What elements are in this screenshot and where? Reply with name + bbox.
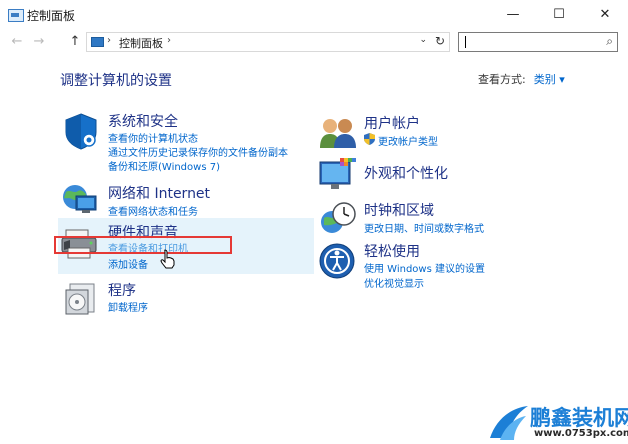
title-bar: 控制面板 — ☐ ✕ xyxy=(0,0,628,30)
view-by-arrow-icon[interactable]: ▾ xyxy=(559,73,565,86)
view-by-dropdown[interactable]: 类别 xyxy=(534,73,556,86)
refresh-icon[interactable]: ↻ xyxy=(435,34,445,48)
programs-disk-icon xyxy=(65,283,95,315)
text-caret xyxy=(465,36,466,48)
watermark-url: www.0753px.com xyxy=(534,428,628,439)
optimize-visual-display-link[interactable]: 优化视觉显示 xyxy=(364,275,424,290)
uninstall-program-link[interactable]: 卸载程序 xyxy=(108,299,148,314)
clock-region-title[interactable]: 时钟和区域 xyxy=(364,200,434,220)
ease-of-access-title[interactable]: 轻松使用 xyxy=(364,241,420,261)
page-title: 调整计算机的设置 xyxy=(60,73,172,89)
shield-icon xyxy=(65,113,97,150)
network-status-link[interactable]: 查看网络状态和任务 xyxy=(108,203,198,218)
view-by: 查看方式: 类别 ▾ xyxy=(478,71,565,87)
clock-globe-icon xyxy=(321,202,356,233)
control-panel-icon xyxy=(8,9,24,22)
view-by-label: 查看方式: xyxy=(478,73,526,86)
network-globe-icon xyxy=(63,185,97,213)
programs-title[interactable]: 程序 xyxy=(108,280,136,300)
user-accounts-title[interactable]: 用户帐户 xyxy=(364,113,420,133)
window-title: 控制面板 xyxy=(27,9,76,23)
up-button[interactable]: ↑ xyxy=(66,33,84,51)
system-security-title[interactable]: 系统和安全 xyxy=(108,111,178,131)
appearance-title[interactable]: 外观和个性化 xyxy=(364,163,448,183)
breadcrumb-control-panel[interactable]: 控制面板 xyxy=(119,35,163,51)
close-button[interactable]: ✕ xyxy=(582,0,628,30)
back-button[interactable]: ← xyxy=(8,33,26,51)
uac-shield-icon xyxy=(364,133,375,145)
search-input[interactable]: ⌕ xyxy=(458,32,618,52)
add-device-link[interactable]: 添加设备 xyxy=(108,256,148,271)
hand-cursor-icon xyxy=(160,249,175,269)
control-panel-small-icon xyxy=(91,37,104,47)
address-bar[interactable]: › 控制面板 › ⌄ ↻ xyxy=(86,32,450,52)
breadcrumb-chevron-icon[interactable]: › xyxy=(107,35,111,46)
network-internet-title[interactable]: 网络和 Internet xyxy=(108,183,210,203)
appearance-monitor-icon xyxy=(319,158,356,189)
recommended-settings-link[interactable]: 使用 Windows 建议的设置 xyxy=(364,260,485,275)
backup-restore-link[interactable]: 备份和还原(Windows 7) xyxy=(108,158,220,173)
address-dropdown-icon[interactable]: ⌄ xyxy=(419,35,427,45)
change-date-time-link[interactable]: 更改日期、时间或数字格式 xyxy=(364,220,484,235)
minimize-button[interactable]: — xyxy=(490,0,536,30)
file-history-link[interactable]: 通过文件历史记录保存你的文件备份副本 xyxy=(108,144,288,159)
change-account-type-link[interactable]: 更改帐户类型 xyxy=(378,133,438,148)
view-computer-status-link[interactable]: 查看你的计算机状态 xyxy=(108,130,198,145)
forward-button[interactable]: → xyxy=(30,33,48,51)
search-icon[interactable]: ⌕ xyxy=(606,34,613,49)
maximize-button[interactable]: ☐ xyxy=(536,0,582,30)
user-accounts-icon xyxy=(320,119,356,148)
ease-of-access-icon xyxy=(319,243,355,279)
breadcrumb-chevron-icon[interactable]: › xyxy=(167,35,171,46)
annotation-highlight-box xyxy=(54,236,232,254)
